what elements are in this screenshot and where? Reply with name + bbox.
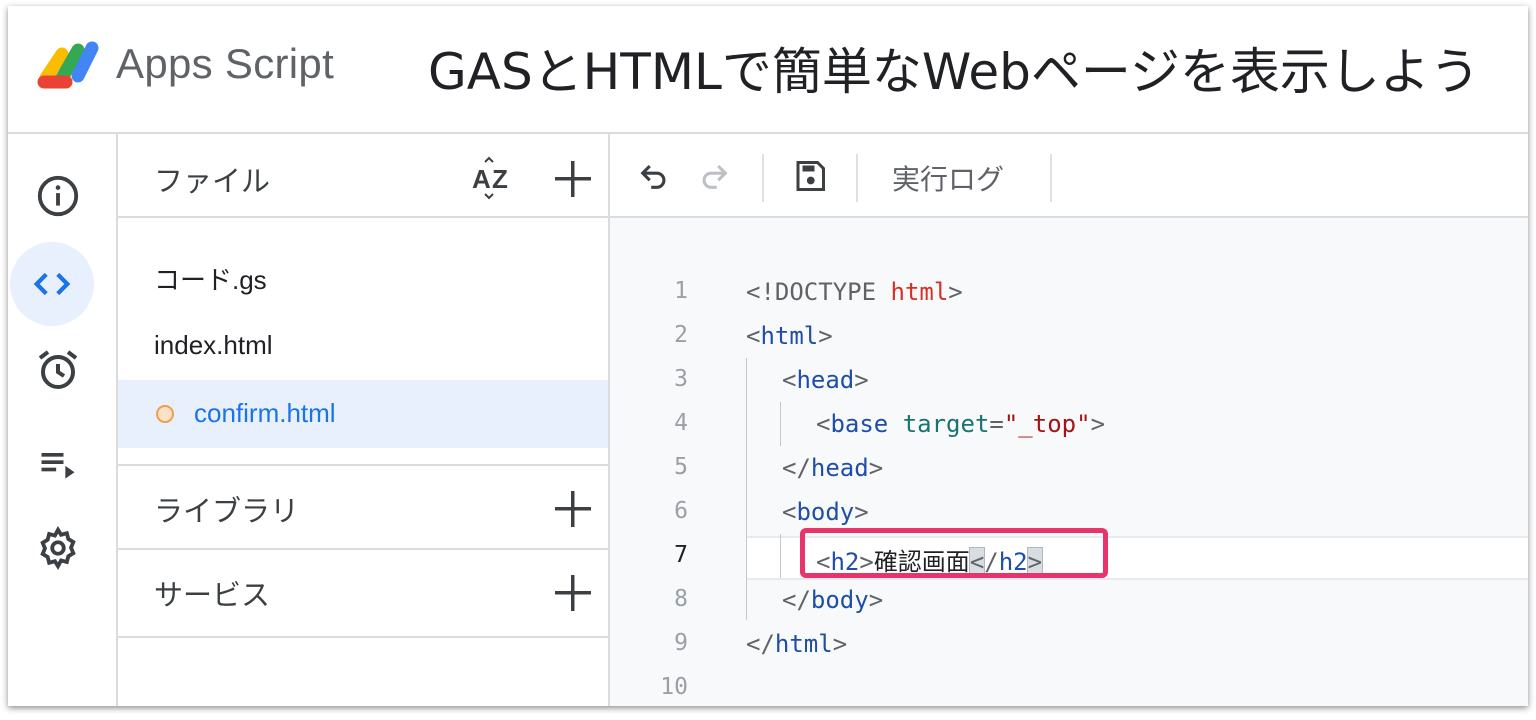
sort-az-icon[interactable]: A Z [470,154,518,202]
toolbar-divider [762,154,764,202]
services-section: サービス [118,548,608,638]
line-number: 3 [674,366,688,392]
editor-nav-button[interactable] [10,242,94,326]
project-title[interactable]: GASとHTMLで簡単なWebページを表示しよう [428,32,1480,104]
code-token: > [868,586,884,614]
line-number: 6 [674,498,688,524]
code-token: html [760,322,819,350]
files-panel: ファイル A Z コード.gs index.html confirm.html … [118,134,610,706]
svg-text:A: A [472,164,491,194]
code-token: < [782,366,797,394]
code-token: body [796,498,855,526]
code-token: base [830,410,889,438]
add-service-icon[interactable] [550,570,596,616]
code-token: < [746,322,761,350]
unsaved-indicator-icon [156,405,174,423]
libraries-section: ライブラリ [118,464,608,550]
execution-log-button[interactable]: 実行ログ [892,158,1004,198]
code-token: html [774,630,833,658]
undo-icon [640,164,666,189]
code-line-2: 2 <html> [610,314,1528,358]
code-token: </ [782,454,811,482]
executions-nav-button[interactable] [20,426,96,502]
editor-toolbar: 実行ログ [610,134,1528,218]
alarm-icon [38,350,78,389]
code-line-3: 3 <head> [610,358,1528,402]
code-editor: 実行ログ 1 <!DOCTYPE html> 2 <html> 3 <head> [610,134,1528,706]
code-line-8: 8 </body> [610,578,1528,622]
redo-button[interactable] [694,156,734,196]
toolbar-divider [856,154,858,202]
code-token: body [810,586,869,614]
undo-button[interactable] [634,156,674,196]
apps-script-window: Apps Script GASとHTMLで簡単なWebページを表示しよう ファイ… [8,6,1528,706]
save-button[interactable] [790,156,830,196]
code-token: </ [782,586,811,614]
line-number: 4 [674,410,688,436]
info-icon [37,175,79,217]
code-token: < [782,498,797,526]
code-token: head [796,366,855,394]
line-number: 5 [674,454,688,480]
file-name: コード.gs [154,265,267,295]
code-line-4: 4 <base target="_top"> [610,402,1528,446]
code-line-5: 5 </head> [610,446,1528,490]
code-token: > [1090,410,1106,438]
redo-icon [702,164,728,189]
code-token: html [890,278,949,306]
line-number: 9 [674,630,688,656]
apps-script-logo [37,41,99,89]
triggers-nav-button[interactable] [20,332,96,408]
code-token: > [818,322,833,350]
executions-icon [41,453,75,479]
code-token: > [948,278,963,306]
overview-nav-button[interactable] [20,158,96,234]
code-line-9: 9 </html> [610,622,1528,666]
settings-icon [40,525,76,571]
code-line-1: 1 <!DOCTYPE html> [610,270,1528,314]
file-item-code-gs[interactable]: コード.gs [118,242,608,310]
file-item-index-html[interactable]: index.html [118,312,608,380]
code-token: "_top" [1003,410,1091,438]
app-name: Apps Script [116,40,335,87]
line-number: 7 [674,542,688,568]
files-title: ファイル [154,164,271,198]
code-token: <!DOCTYPE [746,278,891,306]
top-bar: Apps Script GASとHTMLで簡単なWebページを表示しよう [8,6,1528,134]
add-file-icon[interactable] [550,156,596,202]
add-library-icon[interactable] [550,486,596,532]
code-token: = [989,410,1004,438]
toolbar-divider [1050,154,1052,202]
code-token: > [868,454,884,482]
code-area[interactable]: 1 <!DOCTYPE html> 2 <html> 3 <head> 4 <b… [610,218,1528,706]
file-name: confirm.html [194,398,336,428]
line-number: 2 [674,322,688,348]
code-token: > [832,630,848,658]
line-number: 10 [660,674,688,700]
code-icon [33,272,71,296]
code-token: </ [746,630,775,658]
libraries-label: ライブラリ [154,494,300,528]
files-header: ファイル A Z [118,134,608,218]
settings-nav-button[interactable] [20,510,96,586]
code-token: target [902,410,990,438]
services-label: サービス [154,578,271,612]
nav-rail [8,134,118,706]
file-name: index.html [154,330,273,360]
file-item-confirm-html[interactable]: confirm.html [118,380,608,448]
code-line-10: 10 [610,666,1528,706]
code-token: > [854,366,869,394]
code-token: > [854,498,869,526]
save-icon [796,161,825,191]
svg-text:Z: Z [492,164,508,194]
line-number: 1 [674,278,688,304]
code-token: head [810,454,869,482]
highlight-annotation-box [800,528,1108,578]
code-token: < [816,410,831,438]
line-number: 8 [674,586,688,612]
